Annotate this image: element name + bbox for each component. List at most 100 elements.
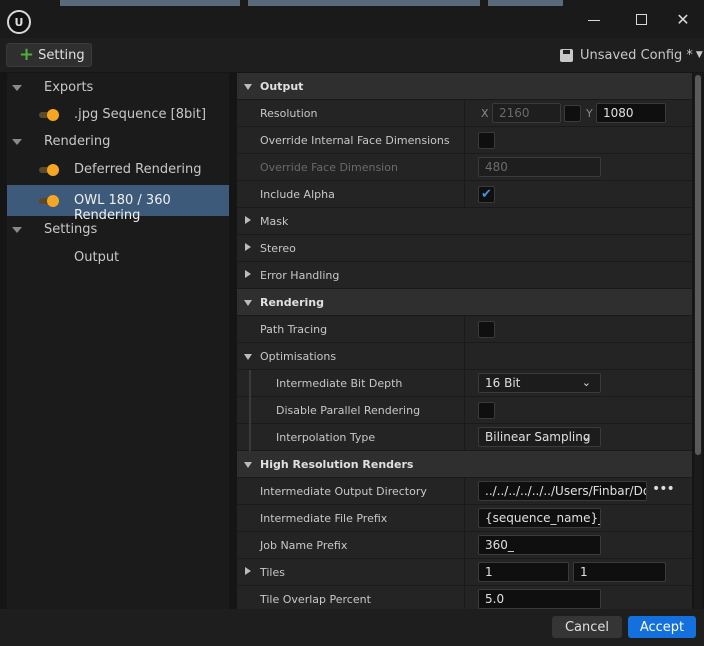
tree-label: Settings (44, 222, 98, 237)
config-label: Unsaved Config * (580, 47, 693, 63)
prop-label: Tiles (260, 566, 285, 579)
prop-job-prefix: Job Name Prefix 360_ (237, 532, 692, 559)
add-setting-button[interactable]: + Setting (6, 43, 92, 67)
prop-resolution: Resolution X 2160 Y 1080 (237, 100, 692, 127)
config-menu-button[interactable]: Unsaved Config * ▼ (560, 45, 703, 65)
dropdown-value: Bilinear Sampling (485, 430, 591, 444)
category-label: High Resolution Renders (260, 458, 414, 471)
caret-down-icon: ▼ (695, 50, 703, 60)
prop-label: Error Handling (260, 269, 340, 282)
dropdown-value: 16 Bit (485, 376, 521, 390)
close-button[interactable]: ✕ (669, 8, 697, 30)
toggle-enabled-icon[interactable] (39, 164, 59, 176)
prop-label: Interpolation Type (276, 431, 376, 444)
tree-item-output[interactable]: Output (7, 244, 229, 271)
resolution-x-input[interactable]: 2160 (492, 103, 561, 123)
file-prefix-input[interactable]: {sequence_name}_ (478, 508, 601, 528)
maximize-button[interactable] (627, 8, 655, 30)
prop-include-alpha: Include Alpha ✔ (237, 181, 692, 208)
accept-button[interactable]: Accept (628, 616, 696, 638)
override-face-input[interactable]: 480 (478, 157, 601, 177)
prop-mask[interactable]: Mask (237, 208, 692, 235)
prop-override-face-dimension: Override Face Dimension 480 (237, 154, 692, 181)
toggle-enabled-icon[interactable] (39, 195, 59, 207)
checkmark-icon: ✔ (481, 187, 492, 202)
prop-stereo[interactable]: Stereo (237, 235, 692, 262)
toggle-enabled-icon[interactable] (39, 109, 59, 121)
expanded-icon (244, 300, 252, 306)
prop-output-directory: Intermediate Output Directory ../../../.… (237, 478, 692, 505)
category-label: Output (260, 80, 304, 93)
prop-disable-parallel: Disable Parallel Rendering (237, 397, 692, 424)
details-panel: Output Resolution X 2160 Y 1080 Override… (237, 73, 692, 609)
collapsed-icon (245, 243, 251, 251)
x-label: X (481, 107, 489, 120)
prop-label: Path Tracing (260, 323, 328, 336)
background-window-strip (60, 0, 240, 6)
tree-group-settings[interactable]: Settings (7, 216, 229, 243)
tree-label: Output (74, 250, 120, 265)
tree-group-exports[interactable]: Exports (7, 74, 229, 101)
disable-parallel-checkbox[interactable] (478, 402, 495, 419)
close-icon: ✕ (676, 9, 690, 29)
collapsed-icon[interactable] (245, 567, 251, 575)
category-high-res[interactable]: High Resolution Renders (237, 451, 692, 478)
more-options-icon[interactable]: ••• (652, 481, 675, 497)
dialog-footer: Cancel Accept (0, 609, 704, 646)
tiles-x-input[interactable]: 1 (478, 562, 569, 582)
prop-label: Tile Overlap Percent (260, 593, 371, 606)
save-icon (560, 48, 573, 62)
resolution-y-input[interactable]: 1080 (596, 103, 666, 123)
include-alpha-checkbox[interactable]: ✔ (478, 186, 495, 203)
tree-label: .jpg Sequence [8bit] (74, 107, 207, 122)
expanded-icon (244, 84, 252, 90)
prop-file-prefix: Intermediate File Prefix {sequence_name}… (237, 505, 692, 532)
prop-path-tracing: Path Tracing (237, 316, 692, 343)
override-internal-checkbox[interactable] (478, 132, 495, 149)
minimize-button[interactable] (580, 8, 608, 30)
tree-item-owl-rendering[interactable]: OWL 180 / 360 Rendering (7, 185, 229, 223)
y-label: Y (586, 107, 593, 120)
collapse-icon (12, 85, 22, 91)
add-setting-label: Setting (38, 47, 85, 63)
details-scrollbar[interactable] (694, 73, 702, 609)
job-prefix-input[interactable]: 360_ (478, 535, 601, 555)
prop-label: Override Internal Face Dimensions (260, 134, 450, 147)
prop-error-handling[interactable]: Error Handling (237, 262, 692, 289)
prop-override-internal-face: Override Internal Face Dimensions (237, 127, 692, 154)
chevron-down-icon: ⌄ (581, 430, 591, 443)
category-output[interactable]: Output (237, 73, 692, 100)
output-directory-input[interactable]: ../../../../../../Users/Finbar/Do (478, 481, 647, 501)
prop-label: Include Alpha (260, 188, 335, 201)
tree-item-jpg-sequence[interactable]: .jpg Sequence [8bit] (7, 101, 229, 128)
interpolation-dropdown[interactable]: Bilinear Sampling ⌄ (478, 427, 601, 447)
cancel-button[interactable]: Cancel (552, 616, 622, 638)
minimize-icon (588, 19, 600, 21)
prop-label: Optimisations (260, 350, 337, 363)
title-bar: U ✕ (0, 0, 704, 38)
prop-tiles: Tiles 1 1 (237, 559, 692, 586)
prop-label: Mask (260, 215, 289, 228)
expanded-icon (244, 354, 252, 360)
prop-label: Intermediate Bit Depth (276, 377, 403, 390)
resolution-lock-checkbox[interactable] (564, 105, 581, 122)
tree-label: Exports (44, 80, 94, 95)
path-tracing-checkbox[interactable] (478, 321, 495, 338)
tree-label: Deferred Rendering (74, 162, 202, 177)
background-window-strip (488, 0, 563, 6)
category-rendering[interactable]: Rendering (237, 289, 692, 316)
prop-interpolation-type: Interpolation Type Bilinear Sampling ⌄ (237, 424, 692, 451)
bit-depth-dropdown[interactable]: 16 Bit ⌄ (478, 373, 601, 393)
prop-bit-depth: Intermediate Bit Depth 16 Bit ⌄ (237, 370, 692, 397)
scrollbar-thumb[interactable] (695, 75, 701, 455)
tree-item-deferred-rendering[interactable]: Deferred Rendering (7, 156, 229, 183)
tree-group-rendering[interactable]: Rendering (7, 128, 229, 155)
tiles-y-input[interactable]: 1 (573, 562, 666, 582)
plus-icon: + (19, 44, 35, 65)
prop-tile-overlap: Tile Overlap Percent 5.0 (237, 586, 692, 609)
collapsed-icon (245, 216, 251, 224)
chevron-down-icon: ⌄ (581, 376, 591, 389)
prop-optimisations[interactable]: Optimisations (237, 343, 692, 370)
tile-overlap-input[interactable]: 5.0 (478, 589, 601, 609)
prop-label: Intermediate Output Directory (260, 485, 427, 498)
